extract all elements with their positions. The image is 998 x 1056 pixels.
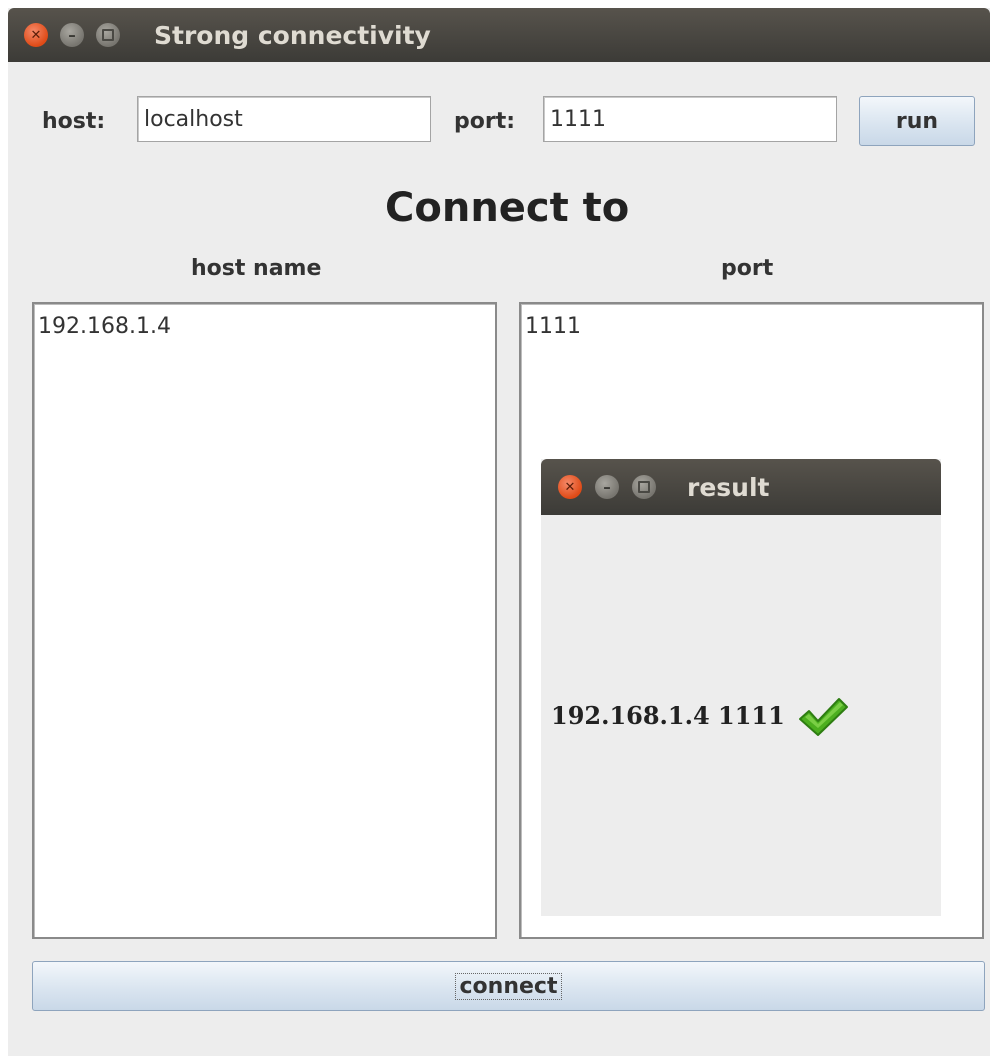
title-bar[interactable]: ✕ – Strong connectivity [8,8,990,62]
result-message: 192.168.1.4 1111 [551,701,785,730]
maximize-icon[interactable] [96,23,120,47]
host-label: host: [42,109,106,134]
port-input[interactable] [543,96,837,142]
host-list[interactable]: 192.168.1.4 [32,302,497,939]
close-icon[interactable]: ✕ [558,475,582,499]
run-button-label: run [895,108,939,134]
close-icon[interactable]: ✕ [24,23,48,47]
result-dialog: ✕ – result 192.168.1.4 1111 [541,459,941,916]
connect-button-label: connect [454,972,563,1000]
host-input[interactable] [137,96,431,142]
minimize-icon[interactable]: – [595,475,619,499]
port-label: port: [454,109,516,134]
host-name-column-label: host name [191,256,322,281]
maximize-icon[interactable] [632,475,656,499]
window-title: Strong connectivity [154,21,431,50]
dialog-title: result [687,473,770,502]
minimize-icon[interactable]: – [60,23,84,47]
checkmark-icon [799,698,848,736]
connect-button[interactable]: connect [32,961,985,1011]
page-title: Connect to [385,185,630,231]
dialog-title-bar[interactable]: ✕ – result [541,459,941,515]
list-item[interactable]: 1111 [525,314,581,339]
port-column-label: port [721,256,774,281]
list-item[interactable]: 192.168.1.4 [38,314,171,339]
run-button[interactable]: run [859,96,975,146]
